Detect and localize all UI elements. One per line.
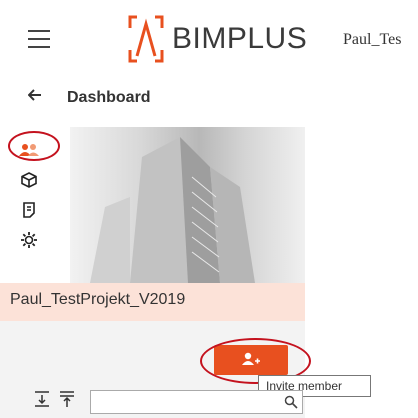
hamburger-menu-icon[interactable] (28, 30, 50, 48)
search-icon[interactable] (284, 395, 298, 409)
search-input[interactable] (90, 390, 303, 414)
expand-all-icon[interactable] (58, 390, 76, 408)
project-name[interactable]: Paul_TestProjekt_V2019 (10, 291, 185, 309)
project-image[interactable] (70, 127, 305, 283)
building-photo (90, 137, 255, 283)
arrow-left-icon[interactable] (27, 86, 42, 107)
breadcrumb (0, 80, 418, 120)
document-icon[interactable] (18, 199, 40, 221)
brand-name: BIMPLUS (172, 22, 308, 55)
bimplus-logo-icon[interactable] (128, 14, 164, 64)
user-name[interactable]: Paul_Tes (343, 31, 401, 49)
gear-icon[interactable] (18, 229, 40, 251)
members-highlight (8, 131, 60, 161)
cube-icon[interactable] (18, 169, 40, 191)
breadcrumb-dashboard[interactable]: Dashboard (67, 89, 151, 107)
collapse-all-icon[interactable] (33, 390, 51, 408)
top-bar: BIMPLUS Paul_Tes (0, 0, 418, 80)
